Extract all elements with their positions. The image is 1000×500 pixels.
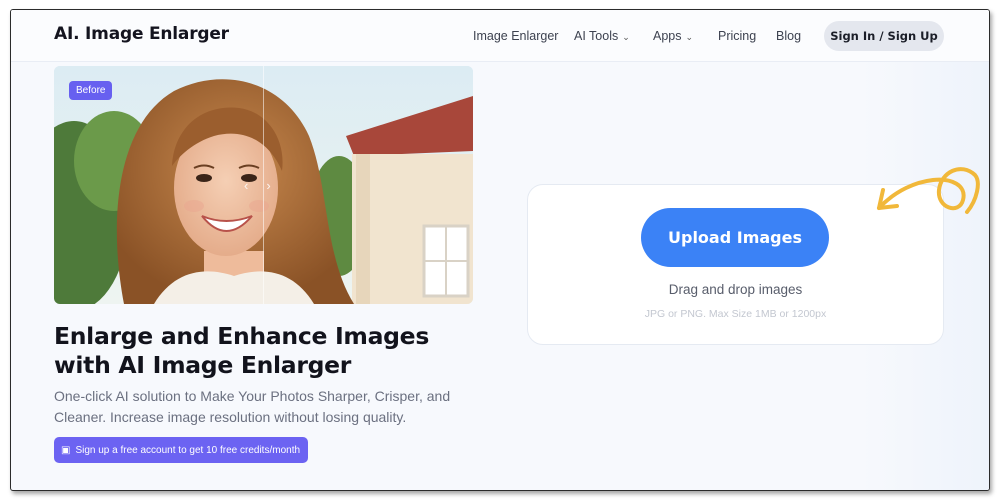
nav-pricing[interactable]: Pricing: [718, 29, 756, 43]
nav-blog[interactable]: Blog: [776, 29, 801, 43]
curved-arrow-doodle-icon: [877, 167, 980, 214]
before-after-photo[interactable]: ‹› Before: [54, 66, 473, 304]
before-badge: Before: [69, 81, 113, 100]
nav-ai-tools[interactable]: AI Tools ⌄: [574, 29, 630, 43]
drag-drop-text: Drag and drop images: [668, 282, 803, 297]
upload-images-button[interactable]: Upload Images: [641, 208, 829, 267]
format-hint: JPG or PNG. Max Size 1MB or 1200px: [644, 308, 827, 320]
hero-title: Enlarge and Enhance Images with AI Image…: [54, 322, 430, 379]
gift-icon: ▣: [61, 444, 71, 456]
chevron-down-icon: ⌄: [622, 32, 630, 42]
nav-label: Blog: [776, 29, 802, 43]
chevron-down-icon: ⌄: [685, 32, 694, 42]
signin-signup-button[interactable]: Sign In / Sign Up: [824, 21, 944, 51]
free-credits-signup-link[interactable]: ▣ Sign up a free account to get 10 free …: [54, 437, 309, 463]
nav-image-enlarger[interactable]: Image Enlarger: [473, 29, 558, 43]
nav-apps[interactable]: Apps ⌄: [653, 29, 693, 43]
site-logo[interactable]: AI. Image Enlarger: [54, 24, 229, 44]
browser-frame: AI. Image Enlarger Image Enlarger AI Too…: [10, 9, 990, 491]
hero-description: One-click AI solution to Make Your Photo…: [54, 388, 451, 425]
nav-label: Pricing: [718, 29, 757, 43]
nav-label: Apps: [653, 29, 682, 43]
site-header: AI. Image Enlarger Image Enlarger AI Too…: [11, 10, 989, 62]
compare-arrows-icon[interactable]: ‹›: [244, 178, 289, 193]
nav-label: AI Tools: [574, 29, 619, 43]
nav-label: Image Enlarger: [473, 29, 559, 43]
cta-label: Sign up a free account to get 10 free cr…: [75, 444, 301, 456]
